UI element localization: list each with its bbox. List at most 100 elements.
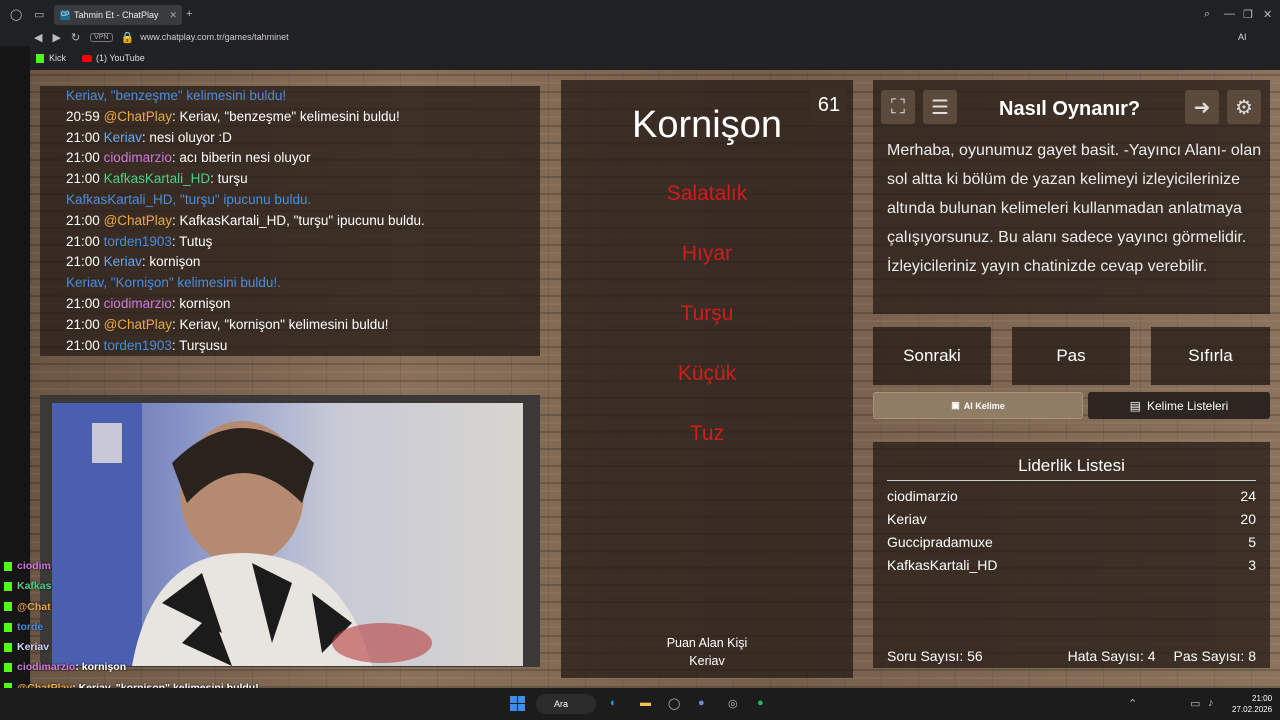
- opera-taskbar-icon[interactable]: ◯: [668, 697, 680, 710]
- discord-icon[interactable]: ●: [698, 697, 705, 709]
- tab-chatplay[interactable]: CP Tahmin Et - ChatPlay ✕: [54, 5, 182, 25]
- target-word: Kornişon: [632, 104, 782, 146]
- overlay-username: Keriav: [17, 641, 50, 654]
- tab-menu-icon[interactable]: ▭: [34, 8, 44, 21]
- chat-time: 21:00: [66, 150, 100, 166]
- chat-line: 21:00 torden1903: Turşusu: [66, 336, 540, 356]
- overlay-username: ciodimarzio: [17, 661, 76, 674]
- how-to-play-title: Nasıl Oynanır?: [999, 98, 1141, 120]
- chat-message: : Turşusu: [171, 337, 228, 353]
- leaderboard-row: ciodimarzio 24: [887, 488, 1256, 504]
- chat-username[interactable]: torden1903: [104, 234, 172, 249]
- chat-message: : acı biberin nesi oluyor: [171, 150, 311, 166]
- document-icon[interactable]: ☰: [923, 90, 957, 124]
- ai-button[interactable]: AI: [1238, 32, 1247, 42]
- tray-chevron-icon[interactable]: ⌃: [1128, 697, 1137, 710]
- spotify-icon[interactable]: ●: [757, 697, 764, 709]
- back-icon[interactable]: ◀: [34, 31, 42, 44]
- forbidden-word: Hıyar: [681, 242, 733, 265]
- chat-line: 21:00 torden1903: Tutuş: [66, 232, 540, 253]
- kick-icon: [36, 53, 44, 63]
- vpn-badge[interactable]: VPN: [90, 32, 113, 42]
- player-name: KafkasKartali_HD: [887, 557, 998, 573]
- address-bar: ◀ ▶ ↻ VPN 🔒 www.chatplay.com.tr/games/ta…: [0, 28, 1280, 46]
- fullscreen-icon[interactable]: ⛶: [881, 90, 915, 124]
- tab-title: Tahmin Et - ChatPlay: [74, 10, 159, 20]
- taskbar-search-label: Ara: [554, 699, 569, 709]
- chat-message: : nesi oluyor :D: [141, 129, 232, 145]
- url-text[interactable]: www.chatplay.com.tr/games/tahminet: [140, 32, 288, 42]
- overlay-chat-line: ciodim: [0, 556, 560, 576]
- clock-date: 27.02.2026: [1232, 705, 1273, 714]
- clock[interactable]: 21:00 27.02.2026: [1232, 693, 1272, 715]
- chatplay-favicon: CP: [60, 10, 70, 20]
- bookmark-kick[interactable]: Kick: [49, 53, 66, 63]
- chat-username[interactable]: torden1903: [104, 338, 172, 353]
- overlay-chat-line: torde: [0, 617, 560, 637]
- chat-username[interactable]: KafkasKartali_HD: [104, 171, 211, 186]
- forbidden-word: Turşu: [680, 302, 734, 325]
- chat-time: 20:59: [66, 108, 100, 124]
- kick-icon: [4, 561, 12, 571]
- opera-icon[interactable]: ◯: [10, 8, 22, 21]
- player-name: Keriav: [887, 511, 927, 527]
- how-to-play-panel: ⛶ ☰ Nasıl Oynanır? ➜ ⚙ Merhaba, oyunumuz…: [873, 80, 1270, 314]
- kick-icon: [4, 622, 12, 632]
- chat-message: : kornişon: [171, 295, 231, 311]
- chat-username[interactable]: Keriav: [104, 254, 142, 269]
- kick-icon: [4, 602, 12, 612]
- player-score: 3: [1248, 557, 1256, 573]
- chat-time: 21:00: [66, 129, 100, 145]
- chat-message: : Keriav, "kornişon" kelimesini buldu!: [172, 316, 389, 332]
- overlay-chat-line: Keriav: [0, 637, 560, 657]
- close-window-icon[interactable]: ✕: [1263, 8, 1272, 21]
- app-icon[interactable]: ◎: [728, 697, 738, 710]
- chat-username[interactable]: Keriav: [104, 130, 142, 145]
- forward-icon[interactable]: ▶: [52, 31, 60, 44]
- chat-line: 20:59 @ChatPlay: Keriav, "benzeşme" keli…: [66, 107, 540, 128]
- overlay-username: ciodim: [17, 560, 51, 572]
- chat-username[interactable]: @ChatPlay: [104, 109, 172, 124]
- new-tab-icon[interactable]: +: [186, 8, 192, 20]
- close-tab-icon[interactable]: ✕: [169, 10, 177, 21]
- volume-icon[interactable]: ♪: [1208, 697, 1214, 709]
- settings-gear-icon[interactable]: ⚙: [1227, 90, 1261, 124]
- maximize-icon[interactable]: ❐: [1243, 8, 1253, 21]
- reload-icon[interactable]: ↻: [71, 31, 80, 44]
- ai-word-button[interactable]: ▣ AI Kelime: [873, 392, 1083, 419]
- chat-username[interactable]: ciodimarzio: [104, 150, 172, 165]
- taskbar-search[interactable]: Ara: [536, 694, 596, 714]
- chat-line: Keriav, "benzeşme" kelimesini buldu!: [66, 86, 540, 107]
- chat-message: : turşu: [210, 171, 248, 187]
- chat-line: 21:00 @ChatPlay: Keriav, "kornişon" keli…: [66, 315, 540, 336]
- chat-line: Keriav, "Kornişon" kelimesini buldu!.: [66, 273, 540, 294]
- chat-time: 21:00: [66, 337, 100, 353]
- chat-username[interactable]: ciodimarzio: [104, 296, 172, 311]
- stream-chat-overlay: ciodim Kafkas @Chat torde Keriav ciodimarzio:…: [0, 556, 560, 714]
- chat-time: 21:00: [66, 254, 100, 270]
- reset-button[interactable]: Sıfırla: [1151, 327, 1270, 385]
- word-lists-button[interactable]: ▤ Kelime Listeleri: [1088, 392, 1270, 419]
- how-to-play-text: Merhaba, oyunumuz gayet basit. -Yayıncı …: [887, 142, 1262, 275]
- clock-time: 21:00: [1252, 694, 1273, 703]
- network-icon[interactable]: ▭: [1190, 697, 1200, 710]
- minimize-icon[interactable]: —: [1224, 8, 1235, 20]
- youtube-icon: [82, 54, 93, 62]
- chat-time: 21:00: [66, 171, 100, 187]
- forbidden-word: Salatalık: [666, 182, 748, 205]
- bookmark-youtube[interactable]: (1) YouTube: [96, 53, 145, 63]
- next-button[interactable]: Sonraki: [873, 327, 991, 385]
- kick-icon: [4, 581, 12, 591]
- chat-username[interactable]: @ChatPlay: [104, 213, 172, 228]
- search-icon[interactable]: ⌕: [1204, 8, 1210, 21]
- folder-icon[interactable]: ▬: [640, 697, 651, 709]
- bookmarks-bar: Kick (1) YouTube: [0, 46, 1280, 70]
- leaderboard-row: KafkasKartali_HD 3: [887, 557, 1256, 573]
- exit-icon[interactable]: ➜: [1185, 90, 1219, 124]
- stats-row: Soru Sayısı: 56 Hata Sayısı: 4 Pas Sayıs…: [887, 648, 1256, 664]
- pass-button[interactable]: Pas: [1012, 327, 1130, 385]
- kick-icon: [4, 663, 12, 673]
- chat-username[interactable]: @ChatPlay: [104, 317, 172, 332]
- windows-start-icon[interactable]: [510, 696, 525, 711]
- edge-icon[interactable]: ◐: [610, 697, 617, 709]
